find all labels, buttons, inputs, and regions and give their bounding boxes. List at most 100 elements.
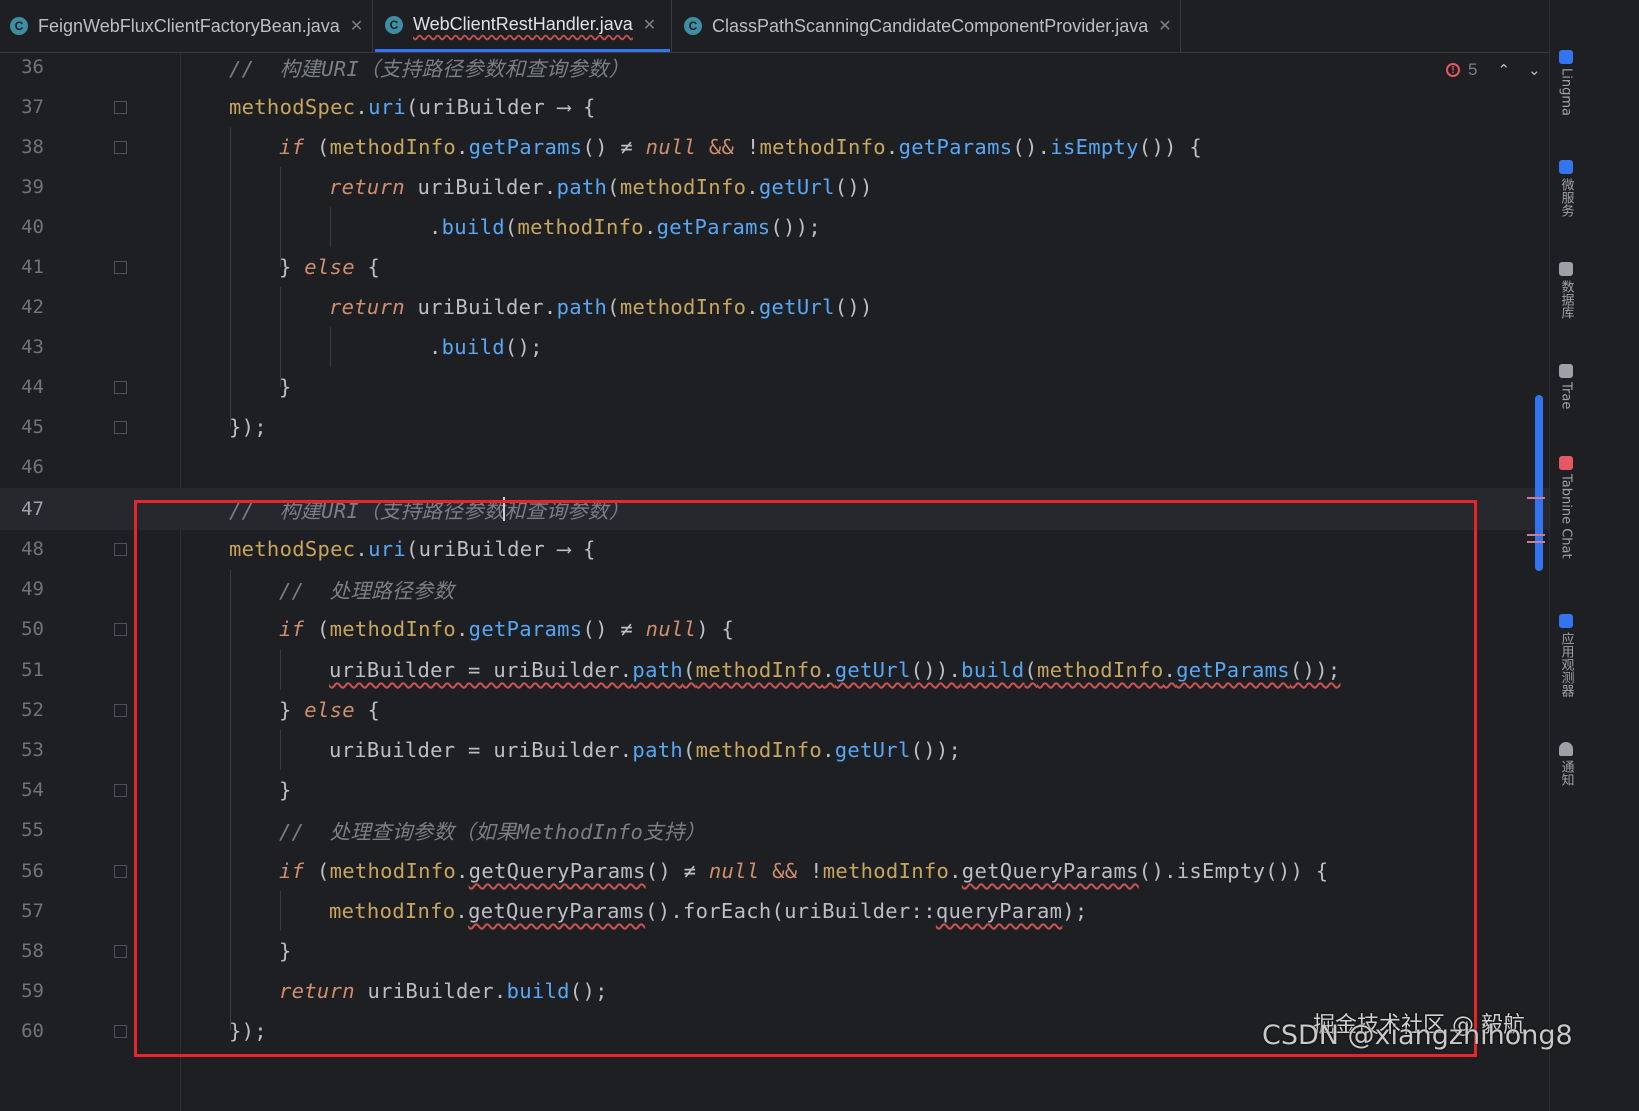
tool-window-lingma[interactable]: Lingma xyxy=(1556,50,1576,116)
fold-marker-icon[interactable] xyxy=(114,944,127,958)
code-text: // 构建URI（支持路径参数和查询参数） xyxy=(229,52,630,82)
code-comment: // 构建URI（支持路径参数和查询参数） xyxy=(229,57,630,81)
code-text: return uriBuilder.path(methodInfo.getUrl… xyxy=(329,175,873,199)
line-number: 40 xyxy=(21,216,44,238)
error-icon: ! xyxy=(1446,63,1460,77)
code-text: return uriBuilder.path(methodInfo.getUrl… xyxy=(329,295,873,319)
java-class-icon: C xyxy=(10,17,28,35)
lingma-icon xyxy=(1559,50,1573,64)
fold-marker-icon[interactable] xyxy=(114,622,127,636)
close-icon[interactable]: ✕ xyxy=(350,16,363,36)
tab-divider xyxy=(671,0,672,52)
code-text: }); xyxy=(229,415,267,439)
tool-window-app-observer[interactable]: 应用观测器 xyxy=(1556,614,1576,697)
tool-window-tabnine-chat[interactable]: Tabnine Chat xyxy=(1556,456,1576,559)
tab-label: ClassPathScanningCandidateComponentProvi… xyxy=(712,15,1149,36)
fold-marker-icon[interactable] xyxy=(114,420,127,434)
tool-window-database[interactable]: 数据库 xyxy=(1556,262,1576,319)
fold-marker-icon[interactable] xyxy=(114,100,127,114)
line-number: 58 xyxy=(21,940,44,962)
line-number: 51 xyxy=(21,659,44,681)
chevron-up-icon[interactable]: ⌃ xyxy=(1497,61,1510,79)
code-line[interactable]: 44 } xyxy=(0,366,1600,408)
line-number: 36 xyxy=(21,56,44,78)
tab-web-client-rest-handler[interactable]: C WebClientRestHandler.java ✕ xyxy=(375,0,670,52)
watermark-csdn: CSDN @xiangzhihong8 xyxy=(1262,1020,1573,1051)
line-number: 54 xyxy=(21,779,44,801)
code-line[interactable]: 46 xyxy=(0,446,1600,488)
code-line[interactable]: 41 } else { xyxy=(0,246,1600,288)
code-text: .build(); xyxy=(429,335,543,359)
java-class-icon: C xyxy=(385,15,403,34)
error-stripe-mark[interactable] xyxy=(1527,534,1545,536)
code-line[interactable]: 38 if (methodInfo.getParams() ≠ null && … xyxy=(0,126,1600,168)
error-count: 5 xyxy=(1468,60,1478,79)
code-line[interactable]: 37 methodSpec.uri(uriBuilder ⟶ { xyxy=(0,86,1600,128)
code-line[interactable]: 43 .build(); xyxy=(0,326,1600,368)
microservice-icon xyxy=(1559,160,1573,174)
highlight-box xyxy=(134,500,1477,1057)
error-stripe-mark[interactable] xyxy=(1527,541,1545,543)
line-number: 55 xyxy=(21,819,44,841)
line-number: 41 xyxy=(21,256,44,278)
tabnine-icon xyxy=(1559,456,1573,470)
tab-divider xyxy=(372,0,373,52)
code-line[interactable]: 42 return uriBuilder.path(methodInfo.get… xyxy=(0,286,1600,328)
tool-window-label: 微服务 xyxy=(1558,178,1574,217)
line-number: 57 xyxy=(21,900,44,922)
error-stripe-mark[interactable] xyxy=(1527,497,1545,499)
tool-window-label: 应用观测器 xyxy=(1558,632,1574,697)
line-number: 43 xyxy=(21,336,44,358)
tool-window-microservices[interactable]: 微服务 xyxy=(1556,160,1576,217)
code-text: .build(methodInfo.getParams()); xyxy=(429,215,821,239)
tool-window-trae[interactable]: Trae xyxy=(1556,364,1576,409)
bell-icon xyxy=(1559,742,1573,756)
trae-icon xyxy=(1559,364,1573,378)
tool-window-label: 通知 xyxy=(1558,760,1574,786)
tab-label: WebClientRestHandler.java xyxy=(413,14,633,34)
line-number: 46 xyxy=(21,456,44,478)
scrollbar-thumb[interactable] xyxy=(1535,395,1543,571)
code-line[interactable]: 39 return uriBuilder.path(methodInfo.get… xyxy=(0,166,1600,208)
observer-icon xyxy=(1559,614,1573,628)
line-number: 42 xyxy=(21,296,44,318)
code-text: } else { xyxy=(279,255,381,279)
fold-marker-icon[interactable] xyxy=(114,542,127,556)
java-class-icon: C xyxy=(684,17,702,35)
inspection-widget[interactable]: ! 5 ⌃ ⌄ xyxy=(1446,60,1541,80)
line-number: 39 xyxy=(21,176,44,198)
fold-marker-icon[interactable] xyxy=(114,380,127,394)
line-number: 59 xyxy=(21,980,44,1002)
line-number: 44 xyxy=(21,376,44,398)
code-text: methodSpec.uri(uriBuilder ⟶ { xyxy=(229,95,596,119)
tab-class-path-scanning-candidate-component-provider[interactable]: C ClassPathScanningCandidateComponentPro… xyxy=(674,0,1179,52)
code-line[interactable]: 45 }); xyxy=(0,406,1600,448)
close-icon[interactable]: ✕ xyxy=(643,15,656,35)
line-number: 53 xyxy=(21,739,44,761)
fold-marker-icon[interactable] xyxy=(114,140,127,154)
line-number: 38 xyxy=(21,136,44,158)
fold-marker-icon[interactable] xyxy=(114,703,127,717)
fold-marker-icon[interactable] xyxy=(114,783,127,797)
line-number: 56 xyxy=(21,860,44,882)
fold-marker-icon[interactable] xyxy=(114,864,127,878)
tab-feign-webflux-client-factory-bean[interactable]: C FeignWebFluxClientFactoryBean.java ✕ xyxy=(0,0,372,52)
line-number: 48 xyxy=(21,538,44,560)
fold-marker-icon[interactable] xyxy=(114,1024,127,1038)
chevron-down-icon[interactable]: ⌄ xyxy=(1528,61,1541,79)
code-text: if (methodInfo.getParams() ≠ null && !me… xyxy=(279,135,1203,159)
line-number: 37 xyxy=(21,96,44,118)
close-icon[interactable]: ✕ xyxy=(1158,16,1171,36)
fold-marker-icon[interactable] xyxy=(114,260,127,274)
tool-window-label: Tabnine Chat xyxy=(1558,474,1574,559)
code-text: } xyxy=(279,375,292,399)
tab-divider xyxy=(1180,0,1181,52)
tab-label: FeignWebFluxClientFactoryBean.java xyxy=(38,15,340,36)
code-line[interactable]: 40 .build(methodInfo.getParams()); xyxy=(0,206,1600,248)
code-line[interactable]: 36 // 构建URI（支持路径参数和查询参数） xyxy=(0,46,1600,88)
line-number: 50 xyxy=(21,618,44,640)
tool-window-label: Trae xyxy=(1558,382,1574,410)
tool-window-notifications[interactable]: 通知 xyxy=(1556,742,1576,786)
tool-window-label: 数据库 xyxy=(1558,280,1574,319)
line-number: 45 xyxy=(21,416,44,438)
